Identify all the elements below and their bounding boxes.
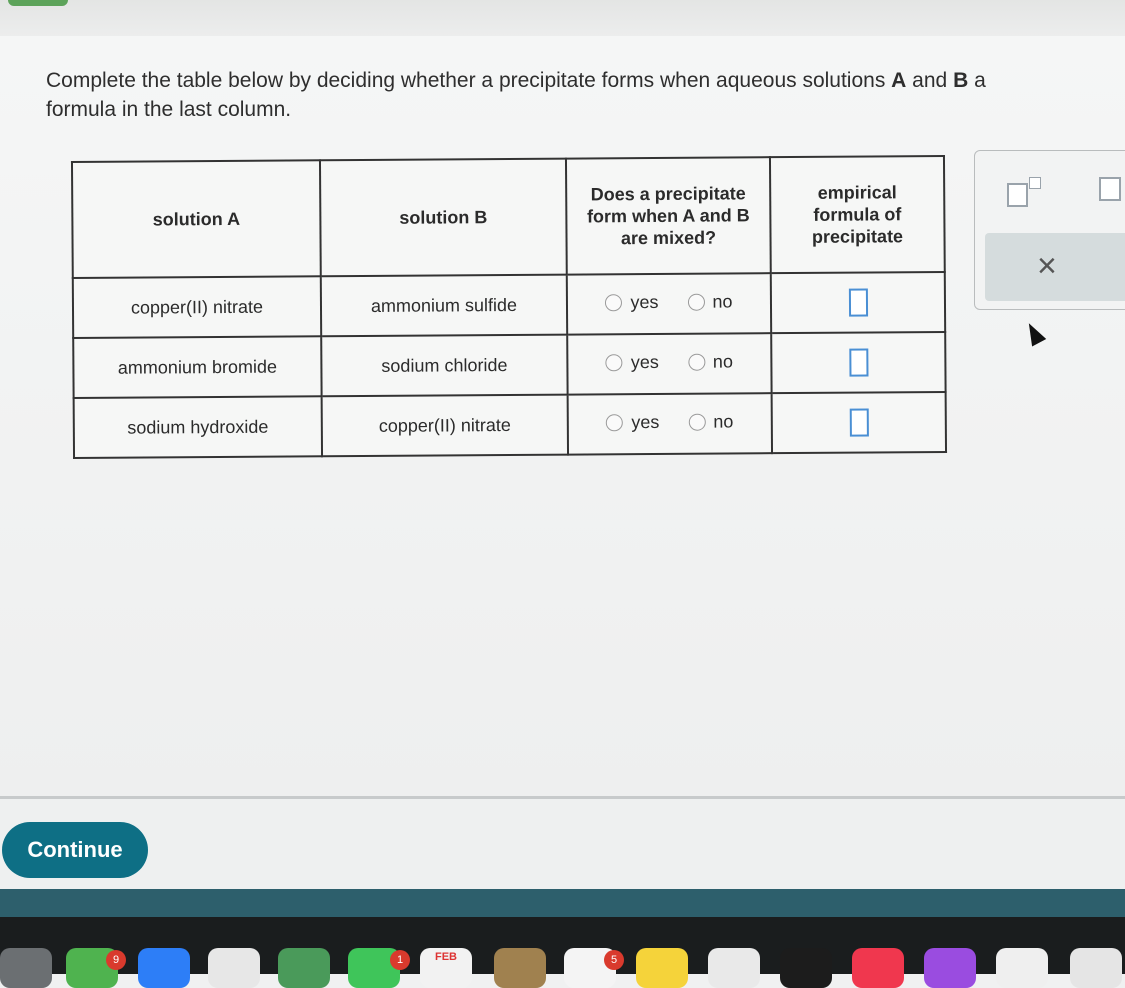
header-empirical-formula: empirical formula of precipitate — [769, 155, 945, 274]
news-icon[interactable] — [996, 948, 1048, 988]
formula-cell — [771, 391, 947, 454]
question-prompt: Complete the table below by deciding whe… — [46, 66, 1125, 124]
yes-option[interactable]: yes — [606, 412, 659, 433]
header-solution-b: solution B — [319, 158, 567, 277]
browser-top-strip — [0, 0, 1125, 36]
contacts-icon[interactable] — [494, 948, 546, 988]
no-radio[interactable] — [687, 293, 705, 311]
appletv-icon[interactable] — [780, 948, 832, 988]
solution-a-cell: ammonium bromide — [73, 336, 322, 399]
table-row: sodium hydroxide copper(II) nitrate yes … — [73, 391, 947, 459]
notes-icon[interactable] — [636, 948, 688, 988]
header-row: solution A solution B Does a precipitate… — [71, 155, 945, 279]
podcasts-icon[interactable] — [924, 948, 976, 988]
prompt-line-1: Complete the table below by deciding whe… — [46, 69, 986, 92]
solution-b-cell: copper(II) nitrate — [321, 394, 569, 457]
formula-cell — [770, 271, 946, 334]
photos-icon[interactable] — [208, 948, 260, 988]
no-option[interactable]: no — [688, 411, 733, 432]
no-option[interactable]: no — [687, 291, 733, 312]
yes-radio[interactable] — [606, 414, 624, 432]
footer-bar — [0, 799, 1125, 889]
finder-icon[interactable] — [0, 948, 52, 988]
yes-radio[interactable] — [605, 354, 623, 372]
keynote-icon[interactable] — [708, 948, 760, 988]
screen-bezel — [0, 889, 1125, 917]
formula-answer-box[interactable] — [849, 408, 869, 437]
solution-b-cell: sodium chloride — [321, 334, 568, 397]
facetime-badge: 1 — [390, 950, 410, 970]
no-radio[interactable] — [687, 353, 705, 371]
math-tools-panel: × — [974, 150, 1125, 310]
tab-hint — [8, 0, 68, 6]
superscript-exp-box — [1029, 177, 1041, 189]
continue-button[interactable]: Continue — [2, 822, 148, 878]
superscript-icon[interactable] — [1007, 177, 1041, 207]
prompt-line-2: formula in the last column. — [46, 98, 292, 121]
solution-a-cell: copper(II) nitrate — [72, 276, 322, 339]
mail-icon[interactable] — [138, 948, 190, 988]
precipitate-choice-cell: yes no — [566, 273, 772, 335]
music-icon[interactable] — [852, 948, 904, 988]
formula-cell — [771, 331, 946, 394]
subscript-icon[interactable] — [1099, 177, 1121, 201]
solution-b-cell: ammonium sulfide — [320, 274, 568, 337]
header-precipitate-question: Does a precipitate form when A and B are… — [565, 157, 771, 275]
table-row: copper(II) nitrate ammonium sulfide yes … — [72, 271, 946, 339]
maps-icon[interactable] — [278, 948, 330, 988]
calendar-icon[interactable]: FEB — [420, 948, 472, 988]
messages-badge: 9 — [106, 950, 126, 970]
close-icon: × — [1037, 247, 1057, 285]
precipitate-choice-cell: yes no — [567, 333, 772, 395]
reminders-badge: 5 — [604, 950, 624, 970]
yes-option[interactable]: yes — [605, 292, 659, 313]
precipitate-choice-cell: yes no — [567, 393, 773, 455]
superscript-base-box — [1007, 183, 1028, 207]
clear-button[interactable]: × — [985, 233, 1125, 301]
header-solution-a: solution A — [71, 160, 321, 279]
solution-a-cell: sodium hydroxide — [73, 396, 323, 459]
appstore-icon[interactable] — [1070, 948, 1122, 988]
table-row: ammonium bromide sodium chloride yes no — [73, 331, 946, 399]
precipitate-table: solution A solution B Does a precipitate… — [70, 154, 948, 460]
no-option[interactable]: no — [687, 351, 733, 372]
formula-answer-box[interactable] — [848, 348, 868, 377]
no-radio[interactable] — [688, 413, 706, 431]
formula-answer-box[interactable] — [848, 288, 868, 317]
yes-radio[interactable] — [605, 294, 623, 312]
yes-option[interactable]: yes — [605, 352, 659, 373]
